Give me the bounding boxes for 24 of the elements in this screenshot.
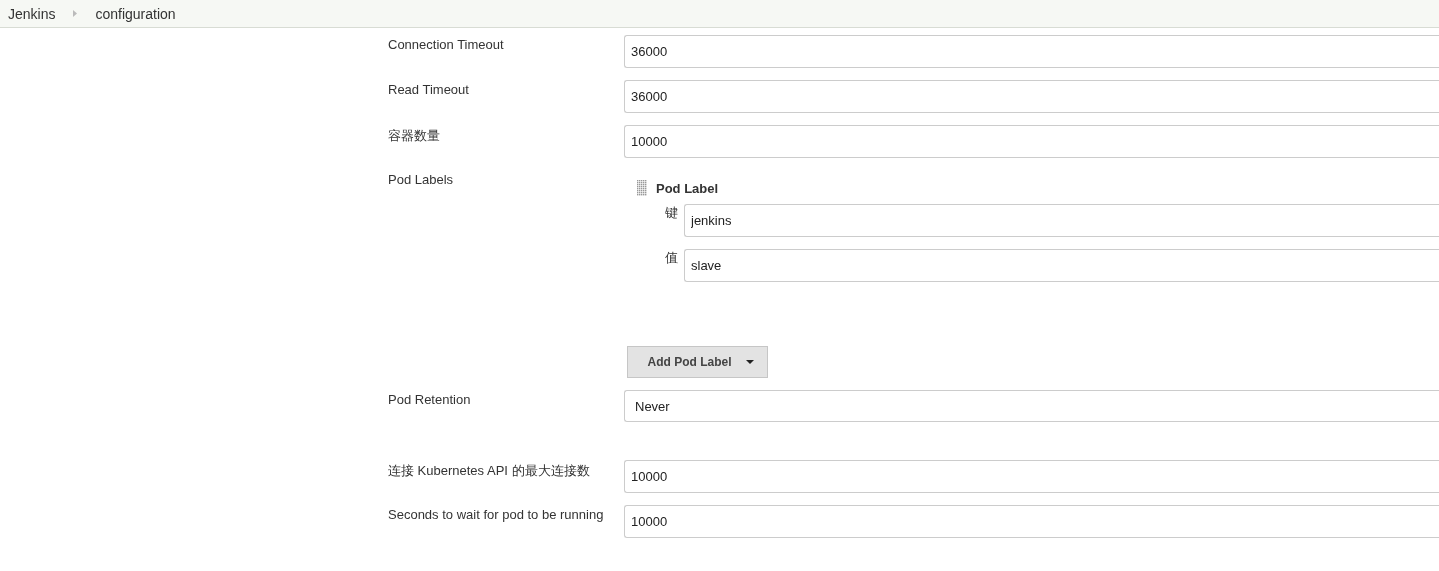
breadcrumb-link[interactable]: configuration [95, 5, 176, 22]
caret-icon [745, 360, 754, 364]
input-field[interactable]: jenkins [684, 204, 1439, 237]
section-title: Pod Label [656, 180, 719, 196]
field-label: 键 [664, 204, 679, 222]
field-label: 容器数量 [388, 127, 441, 145]
field-label: Read Timeout [388, 81, 470, 99]
breadcrumb-link[interactable]: Jenkins [8, 5, 56, 22]
field-label: Connection Timeout [388, 36, 505, 54]
field-label: Pod Labels [388, 171, 455, 189]
input-field[interactable]: 10000 [624, 460, 1439, 493]
input-field[interactable]: 10000 [624, 125, 1439, 158]
field-label: 值 [664, 249, 679, 267]
input-field[interactable]: 10000 [624, 505, 1439, 538]
drag-handle-icon[interactable] [636, 180, 648, 196]
select-field[interactable]: Never [624, 390, 1439, 422]
field-label: Pod Retention [388, 391, 472, 409]
input-field[interactable]: 36000 [624, 35, 1439, 68]
chevron-icon [73, 10, 78, 17]
input-field[interactable]: 36000 [624, 80, 1439, 113]
input-field[interactable]: slave [684, 249, 1439, 282]
add-button[interactable]: Add Pod Label [627, 346, 768, 378]
field-label: 连接 Kubernetes API 的最大连接数 [388, 462, 591, 480]
field-label: Seconds to wait for pod to be running [388, 506, 605, 524]
